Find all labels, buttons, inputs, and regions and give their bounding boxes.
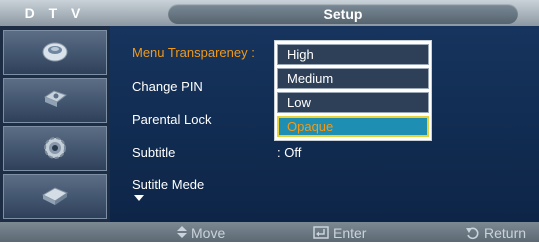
sound-icon	[43, 90, 68, 107]
up-down-arrows-icon	[177, 226, 187, 238]
enter-icon	[313, 226, 329, 239]
hint-enter-label: Enter	[333, 225, 367, 241]
page-title: Setup	[323, 6, 363, 22]
title-bar: Setup	[168, 4, 518, 24]
hint-move-label: Move	[191, 225, 226, 241]
option-low[interactable]: Low	[277, 92, 429, 113]
header-bar: D T V Setup	[0, 0, 539, 26]
menu-item-menu-transparency[interactable]: Menu Transpareney :	[132, 45, 255, 60]
menu-item-change-pin[interactable]: Change PIN	[132, 79, 203, 94]
menu-item-subtitle-mode[interactable]: Sutitle Mede	[132, 177, 204, 192]
hint-enter: Enter	[313, 222, 366, 242]
hint-move: Move	[177, 222, 225, 242]
input-icon	[41, 187, 69, 205]
scroll-down-arrow-icon[interactable]	[134, 195, 144, 201]
option-opaque[interactable]: Opaque	[277, 116, 429, 137]
setup-gear-icon	[44, 137, 66, 159]
hint-return: Return	[466, 222, 526, 242]
menu-item-subtitle[interactable]: Subtitle	[132, 145, 175, 160]
option-high[interactable]: High	[277, 44, 429, 65]
tv-osd-window: D T V Setup Menu Transpareney: Change P…	[0, 0, 539, 242]
category-sidebar	[0, 26, 110, 222]
subtitle-value: : Off	[277, 145, 302, 160]
footer-hint-bar: Move Enter Return	[0, 222, 539, 242]
sidebar-item-setup[interactable]	[3, 126, 107, 171]
hint-return-label: Return	[484, 225, 527, 241]
option-medium[interactable]: Medium	[277, 68, 429, 89]
source-mode-label: D T V	[24, 5, 86, 21]
return-icon	[466, 227, 479, 240]
sidebar-item-sound[interactable]	[3, 78, 107, 123]
sidebar-item-picture[interactable]	[3, 30, 107, 75]
transparency-dropdown: High Medium Low Opaque	[274, 40, 432, 141]
picture-icon	[42, 42, 68, 62]
sidebar-item-input[interactable]	[3, 174, 107, 219]
menu-item-parental-lock[interactable]: Parental Lock	[132, 112, 212, 127]
